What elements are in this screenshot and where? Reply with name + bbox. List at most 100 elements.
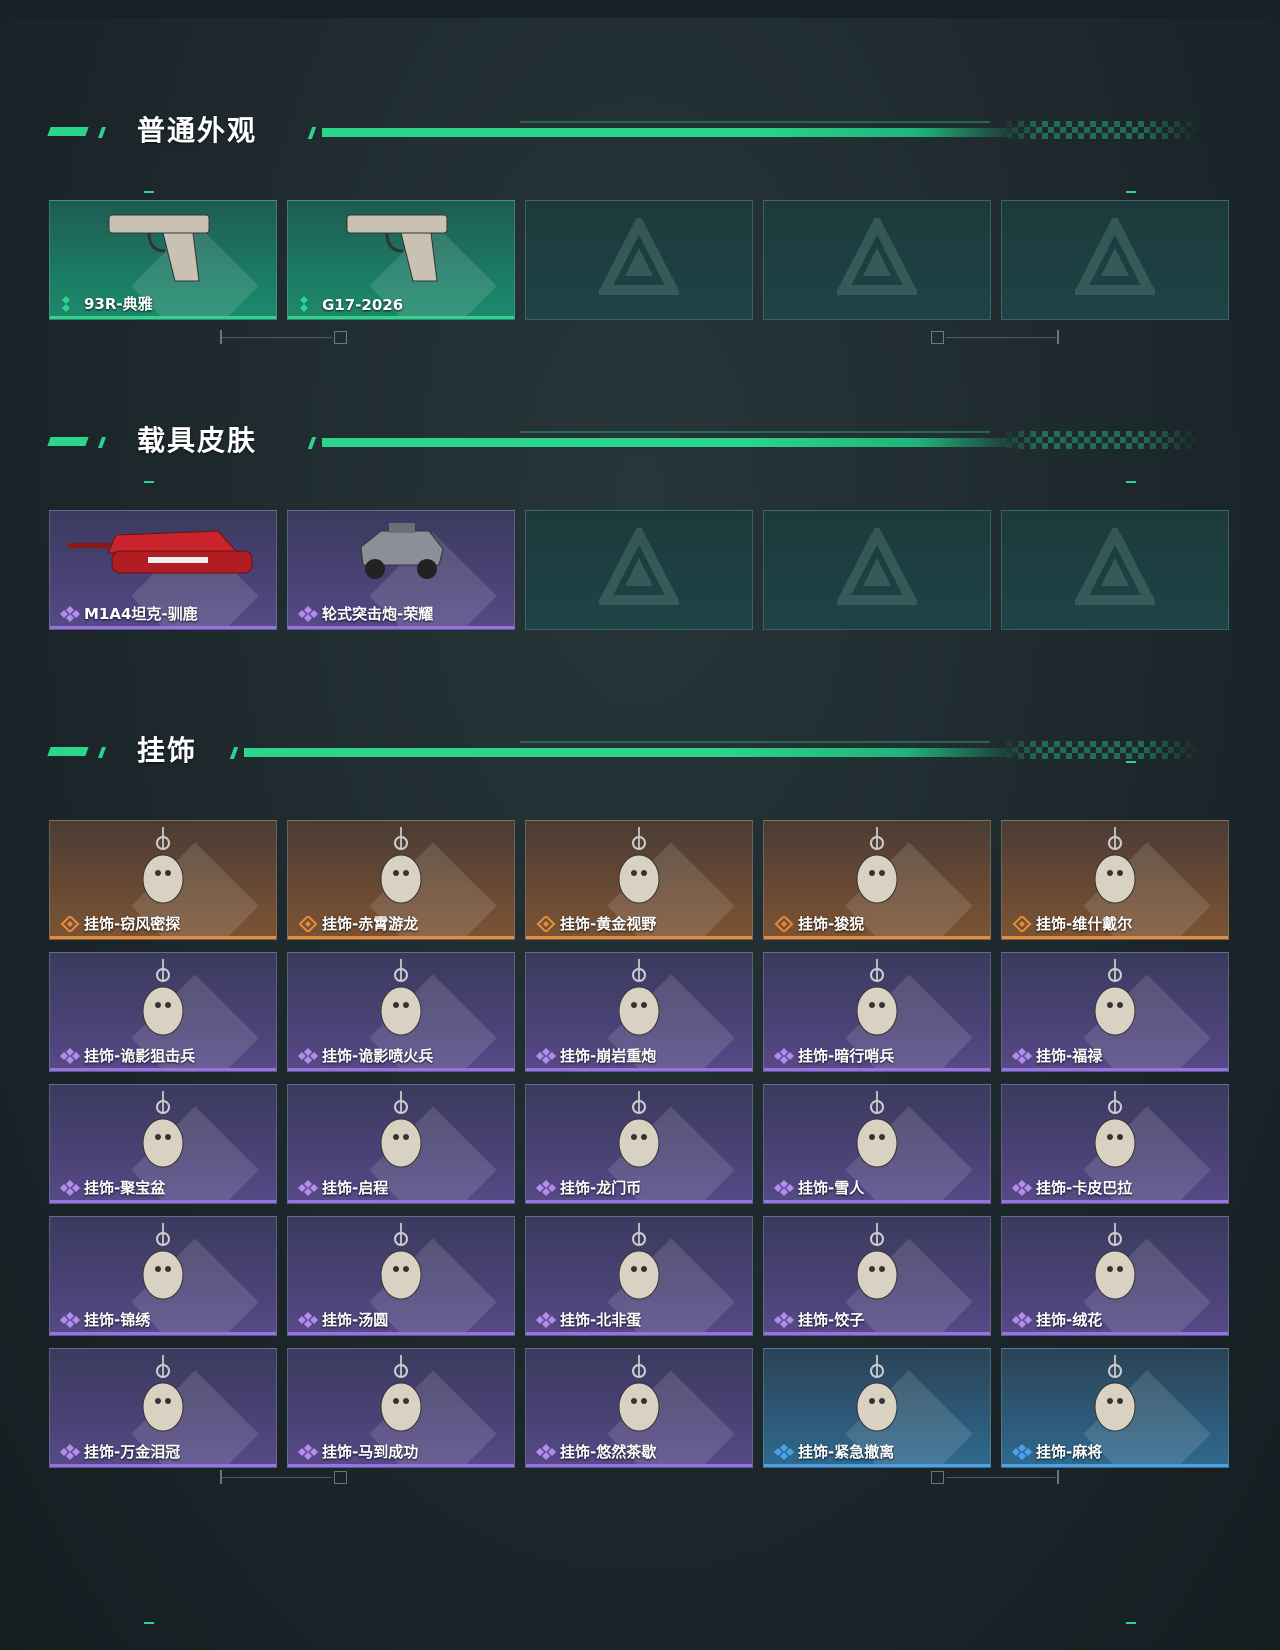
charm-icon (1080, 959, 1150, 1047)
item-card[interactable]: 挂饰-聚宝盆 (49, 1084, 277, 1204)
item-card[interactable]: 轮式突击炮-荣耀 (287, 510, 515, 630)
item-card[interactable]: 挂饰-崩岩重炮 (525, 952, 753, 1072)
item-card[interactable]: M1A4坦克-驯鹿 (49, 510, 277, 630)
item-label: 挂饰-万金泪冠 (84, 1443, 181, 1461)
item-label: 挂饰-悠然茶歇 (560, 1443, 657, 1461)
item-card[interactable]: G17-2026 (287, 200, 515, 320)
charm-icon (128, 959, 198, 1047)
item-label: 挂饰-黄金视野 (560, 915, 657, 933)
corner-mark (144, 191, 154, 193)
item-grid: M1A4坦克-驯鹿 轮式突击炮-荣耀 (49, 510, 1229, 630)
item-label: 挂饰-窃风密探 (84, 915, 181, 933)
header-accent (229, 747, 239, 759)
header-rule (322, 128, 1022, 137)
item-label: 挂饰-龙门币 (560, 1179, 642, 1197)
item-label: 挂饰-绒花 (1036, 1311, 1103, 1329)
empty-slot[interactable] (763, 510, 991, 630)
header-accent (47, 437, 89, 446)
item-grid: 93R-典雅 G17-2026 (49, 200, 1229, 320)
frame-decoration (931, 1471, 944, 1484)
empty-slot[interactable] (525, 510, 753, 630)
item-card[interactable]: 93R-典雅 (49, 200, 277, 320)
rarity-icon (774, 1180, 794, 1196)
charm-icon (366, 1223, 436, 1311)
rarity-bar (764, 1200, 990, 1203)
frame-decoration (946, 1477, 1056, 1478)
charm-icon (1080, 1223, 1150, 1311)
item-card[interactable]: 挂饰-雪人 (763, 1084, 991, 1204)
item-card[interactable]: 挂饰-赤霄游龙 (287, 820, 515, 940)
item-card[interactable]: 挂饰-汤圆 (287, 1216, 515, 1336)
item-label: 挂饰-福禄 (1036, 1047, 1103, 1065)
item-label: 挂饰-马到成功 (322, 1443, 419, 1461)
rarity-bar (288, 1200, 514, 1203)
frame-decoration (222, 1477, 332, 1478)
rarity-bar (1002, 1332, 1228, 1335)
item-card[interactable]: 挂饰-福禄 (1001, 952, 1229, 1072)
item-card[interactable]: 挂饰-暗行哨兵 (763, 952, 991, 1072)
item-label: 挂饰-崩岩重炮 (560, 1047, 657, 1065)
rarity-bar (526, 1464, 752, 1467)
item-label: 挂饰-卡皮巴拉 (1036, 1179, 1133, 1197)
corner-mark (1126, 761, 1136, 763)
item-card[interactable]: 挂饰-悠然茶歇 (525, 1348, 753, 1468)
item-grid: 挂饰-窃风密探 挂饰-赤霄游龙 挂饰-黄金视野 挂饰-狻猊 挂饰-维什戴尔挂饰-诡影狙击… (49, 820, 1229, 1468)
rarity-bar (1002, 1200, 1228, 1203)
item-card[interactable]: 挂饰-紧急撤离 (763, 1348, 991, 1468)
item-card[interactable]: 挂饰-龙门币 (525, 1084, 753, 1204)
charm-icon (842, 827, 912, 915)
rarity-bar (764, 1464, 990, 1467)
item-card[interactable]: 挂饰-卡皮巴拉 (1001, 1084, 1229, 1204)
empty-slot[interactable] (763, 200, 991, 320)
item-card[interactable]: 挂饰-窃风密探 (49, 820, 277, 940)
section-header: 载具皮肤 (0, 424, 1280, 465)
charm-icon (1080, 1091, 1150, 1179)
empty-slot[interactable] (1001, 510, 1229, 630)
charm-icon (604, 1223, 674, 1311)
item-card[interactable]: 挂饰-饺子 (763, 1216, 991, 1336)
item-card[interactable]: 挂饰-诡影狙击兵 (49, 952, 277, 1072)
header-accent (307, 127, 317, 139)
header-checker-pattern (1000, 741, 1200, 759)
item-label: 挂饰-狻猊 (798, 915, 865, 933)
item-card[interactable]: 挂饰-启程 (287, 1084, 515, 1204)
charm-icon (128, 1223, 198, 1311)
item-label: 挂饰-汤圆 (322, 1311, 389, 1329)
header-line (520, 431, 990, 433)
item-card[interactable]: 挂饰-马到成功 (287, 1348, 515, 1468)
frame-decoration (334, 331, 347, 344)
empty-slot[interactable] (525, 200, 753, 320)
charm-icon (842, 1223, 912, 1311)
item-card[interactable]: 挂饰-黄金视野 (525, 820, 753, 940)
header-accent (97, 127, 107, 138)
item-card[interactable]: 挂饰-麻将 (1001, 1348, 1229, 1468)
pistol-icon (103, 207, 223, 291)
rarity-bar (50, 1068, 276, 1071)
rarity-bar (288, 1464, 514, 1467)
rarity-icon (60, 1180, 80, 1196)
rarity-icon (60, 606, 80, 622)
item-label: 挂饰-启程 (322, 1179, 389, 1197)
rarity-icon (1012, 1048, 1032, 1064)
rarity-icon (536, 1180, 556, 1196)
header-accent (47, 747, 89, 756)
rarity-bar (50, 1332, 276, 1335)
item-card[interactable]: 挂饰-诡影喷火兵 (287, 952, 515, 1072)
game-logo-icon (596, 213, 682, 302)
rarity-icon (298, 914, 318, 934)
tank-icon (68, 517, 258, 591)
rarity-icon (536, 914, 556, 934)
item-label: 挂饰-诡影狙击兵 (84, 1047, 196, 1065)
corner-mark (1126, 191, 1136, 193)
item-card[interactable]: 挂饰-万金泪冠 (49, 1348, 277, 1468)
item-card[interactable]: 挂饰-锦绣 (49, 1216, 277, 1336)
item-card[interactable]: 挂饰-北非蛋 (525, 1216, 753, 1336)
item-card[interactable]: 挂饰-绒花 (1001, 1216, 1229, 1336)
item-card[interactable]: 挂饰-狻猊 (763, 820, 991, 940)
rarity-icon (1012, 1312, 1032, 1328)
header-accent (307, 437, 317, 449)
item-card[interactable]: 挂饰-维什戴尔 (1001, 820, 1229, 940)
empty-slot[interactable] (1001, 200, 1229, 320)
rarity-bar (1002, 1464, 1228, 1467)
game-logo-icon (834, 523, 920, 612)
